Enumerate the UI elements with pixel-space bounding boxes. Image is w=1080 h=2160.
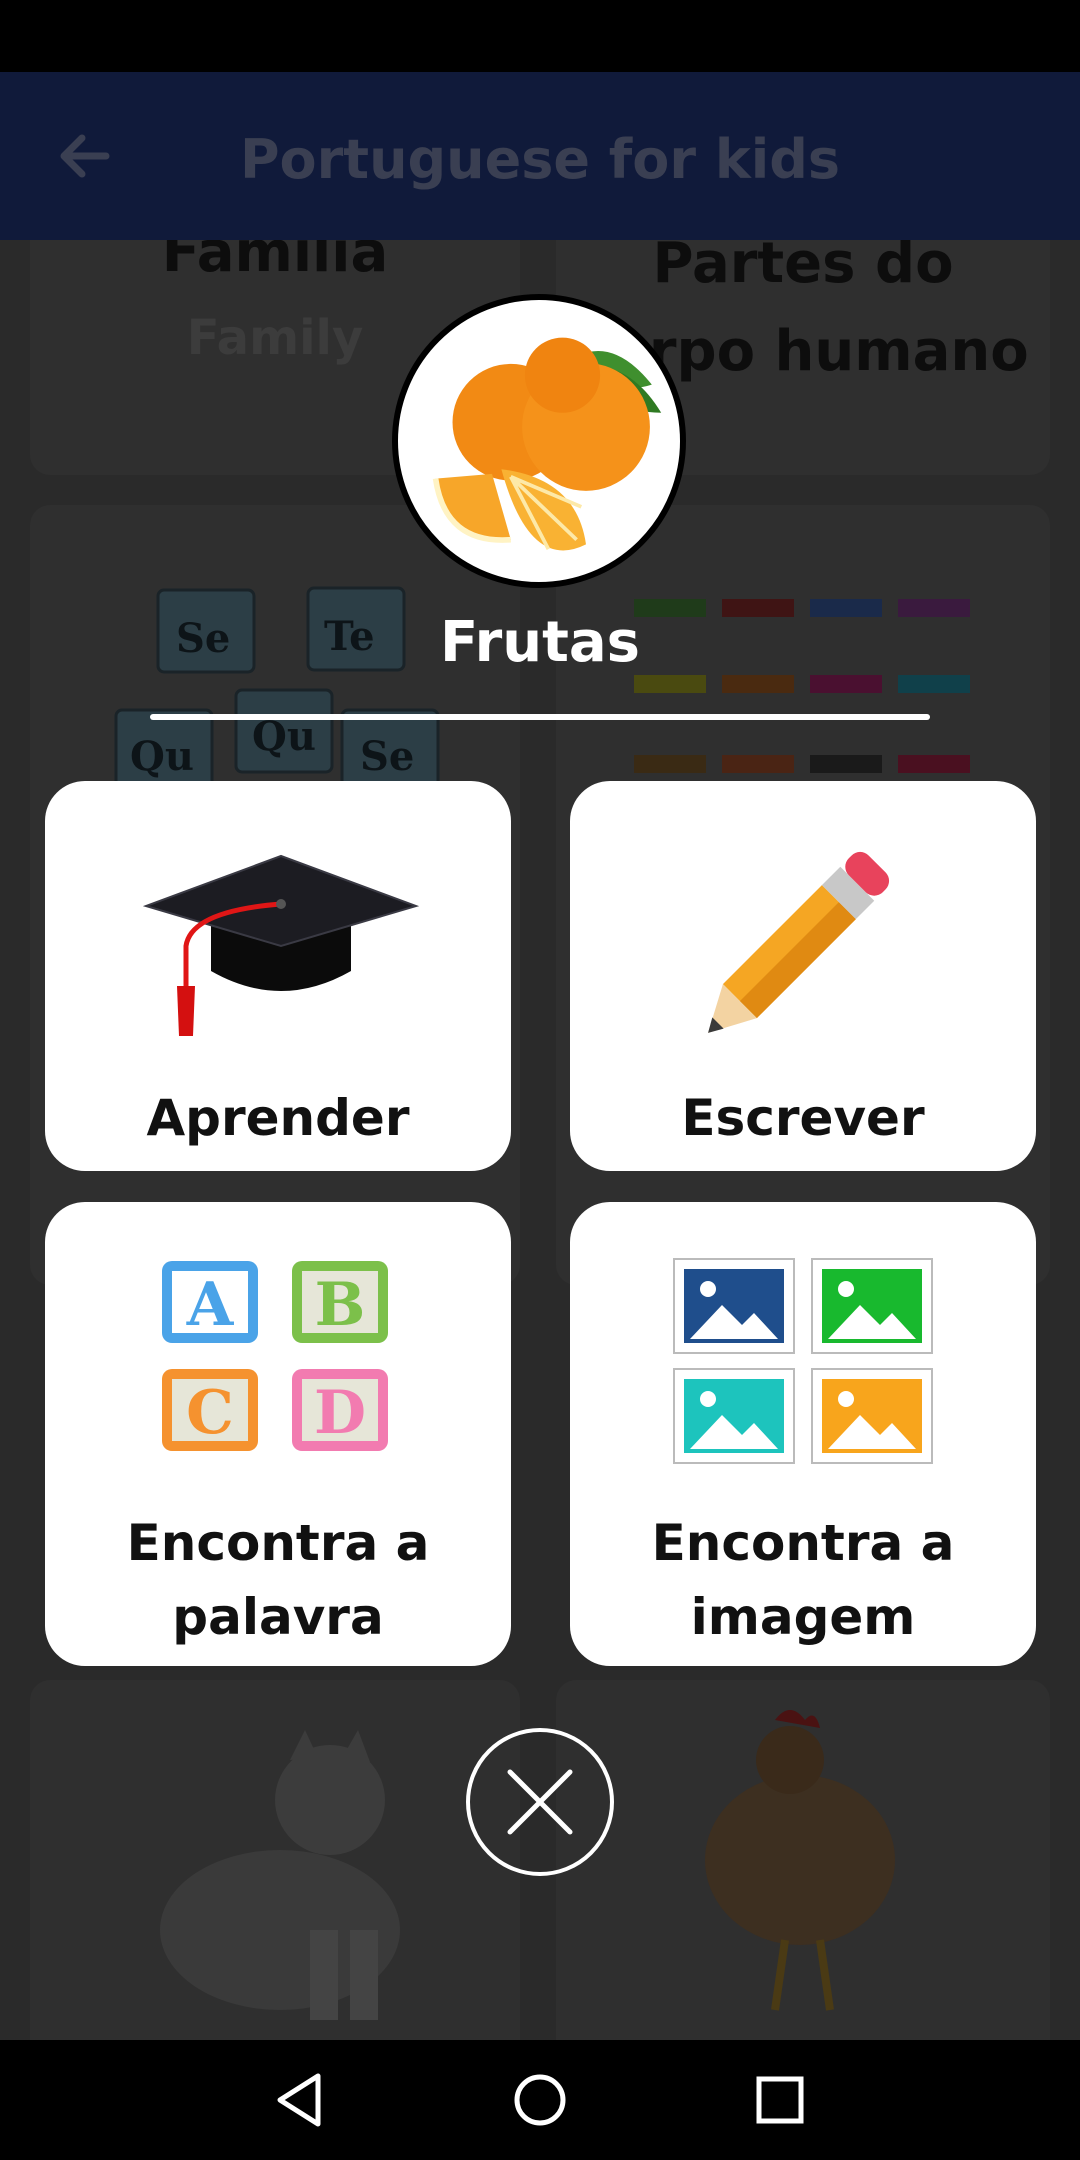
title-divider: [150, 714, 930, 720]
category-title: Frutas: [439, 610, 641, 675]
abc-blocks-icon: A B C D: [162, 1261, 388, 1451]
find-image-label: Encontra a imagem: [570, 1506, 1036, 1654]
block-letter-d: D: [314, 1378, 366, 1448]
block-letter-b: B: [315, 1270, 366, 1340]
find-word-label-line1: Encontra a: [126, 1514, 430, 1572]
find-image-label-line1: Encontra a: [651, 1514, 955, 1572]
find-image-button[interactable]: Encontra a imagem: [570, 1202, 1036, 1666]
nav-home-icon[interactable]: [510, 2070, 570, 2130]
find-word-label-line2: palavra: [172, 1588, 384, 1646]
block-letter-a: A: [186, 1270, 235, 1340]
find-word-button[interactable]: A B C D Encontra a palavra: [45, 1202, 511, 1666]
find-image-label-line2: imagem: [690, 1588, 916, 1646]
image-grid-icon: [673, 1258, 933, 1464]
find-word-label: Encontra a palavra: [45, 1506, 511, 1654]
learn-button[interactable]: Aprender: [45, 781, 511, 1171]
orange-fruit-icon: [392, 294, 686, 588]
nav-recents-icon[interactable]: [750, 2070, 810, 2130]
close-button[interactable]: [466, 1728, 614, 1876]
write-button[interactable]: Escrever: [570, 781, 1036, 1171]
pencil-icon: [708, 851, 890, 1033]
write-label: Escrever: [681, 1089, 925, 1147]
nav-back-icon[interactable]: [270, 2070, 330, 2130]
category-dialog: Frutas Aprender Escrever A B C D Encontr…: [0, 0, 1080, 2040]
block-letter-c: C: [186, 1378, 234, 1448]
close-icon: [507, 1769, 573, 1835]
graduation-cap-icon: [142, 854, 420, 1036]
learn-label: Aprender: [146, 1089, 410, 1147]
system-nav-bar: [0, 2040, 1080, 2160]
